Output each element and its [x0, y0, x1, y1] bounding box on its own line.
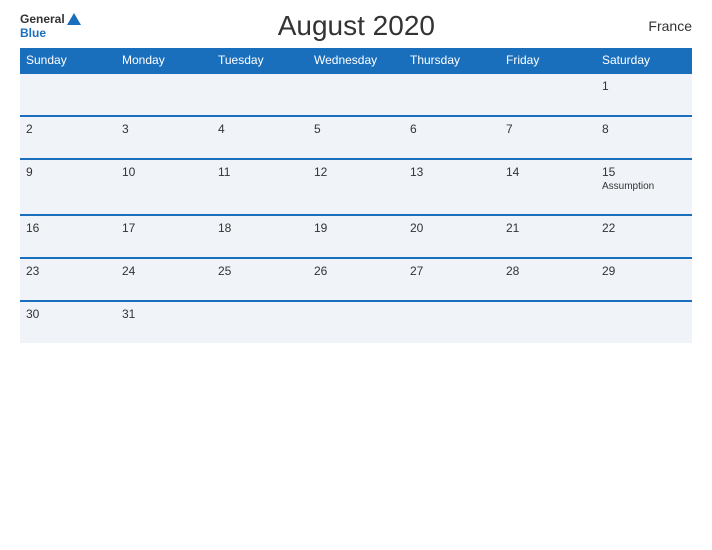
- calendar-cell: [404, 301, 500, 343]
- week-row: 2 3 4 5 6 7 8: [20, 116, 692, 159]
- day-header-sunday: Sunday: [20, 48, 116, 73]
- day-number: 14: [506, 165, 519, 179]
- calendar-cell: 4: [212, 116, 308, 159]
- calendar-body: 123456789101112131415Assumption161718192…: [20, 73, 692, 343]
- calendar-cell: 27: [404, 258, 500, 301]
- calendar-cell: 18: [212, 215, 308, 258]
- header: General Blue August 2020 France: [20, 10, 692, 42]
- week-row: 9 10 11 12 13 14 15 Assumption: [20, 159, 692, 215]
- calendar-cell: [212, 301, 308, 343]
- day-header-saturday: Saturday: [596, 48, 692, 73]
- week-row: 23 24 25 26 27 28 29: [20, 258, 692, 301]
- calendar-cell: [20, 73, 116, 116]
- day-number: 26: [314, 264, 327, 278]
- calendar-cell: 31: [116, 301, 212, 343]
- calendar-cell: 22: [596, 215, 692, 258]
- calendar-cell: 3: [116, 116, 212, 159]
- calendar-cell: [212, 73, 308, 116]
- days-header-row: SundayMondayTuesdayWednesdayThursdayFrid…: [20, 48, 692, 73]
- day-header-wednesday: Wednesday: [308, 48, 404, 73]
- calendar-cell: 26: [308, 258, 404, 301]
- day-number: 1: [602, 79, 609, 93]
- calendar-table: SundayMondayTuesdayWednesdayThursdayFrid…: [20, 48, 692, 343]
- day-number: 25: [218, 264, 231, 278]
- calendar-cell: 14: [500, 159, 596, 215]
- calendar-title: August 2020: [81, 10, 632, 42]
- country-label: France: [632, 18, 692, 34]
- day-number: 31: [122, 307, 135, 321]
- calendar-cell: [116, 73, 212, 116]
- day-number: 10: [122, 165, 135, 179]
- day-number: 4: [218, 122, 225, 136]
- calendar-cell: 29: [596, 258, 692, 301]
- week-row: 30 31: [20, 301, 692, 343]
- day-number: 18: [218, 221, 231, 235]
- calendar-cell: 17: [116, 215, 212, 258]
- calendar-cell: 19: [308, 215, 404, 258]
- day-number: 6: [410, 122, 417, 136]
- day-number: 2: [26, 122, 33, 136]
- calendar-page: General Blue August 2020 France SundayMo…: [0, 0, 712, 550]
- calendar-cell: 11: [212, 159, 308, 215]
- calendar-cell: 24: [116, 258, 212, 301]
- calendar-cell: [596, 301, 692, 343]
- logo: General Blue: [20, 12, 81, 41]
- day-number: 12: [314, 165, 327, 179]
- calendar-cell: 25: [212, 258, 308, 301]
- day-number: 21: [506, 221, 519, 235]
- day-header-friday: Friday: [500, 48, 596, 73]
- calendar-cell: 12: [308, 159, 404, 215]
- logo-general-text: General: [20, 12, 65, 26]
- logo-triangle-icon: [67, 13, 81, 25]
- day-number: 27: [410, 264, 423, 278]
- day-number: 13: [410, 165, 423, 179]
- calendar-cell: [500, 73, 596, 116]
- calendar-cell: 20: [404, 215, 500, 258]
- calendar-header: SundayMondayTuesdayWednesdayThursdayFrid…: [20, 48, 692, 73]
- day-header-tuesday: Tuesday: [212, 48, 308, 73]
- day-number: 23: [26, 264, 39, 278]
- calendar-cell: 10: [116, 159, 212, 215]
- week-row: 1: [20, 73, 692, 116]
- day-number: 7: [506, 122, 513, 136]
- day-number: 8: [602, 122, 609, 136]
- calendar-cell: 23: [20, 258, 116, 301]
- day-number: 11: [218, 165, 230, 179]
- day-number: 19: [314, 221, 327, 235]
- day-number: 15: [602, 165, 615, 179]
- calendar-cell: 2: [20, 116, 116, 159]
- calendar-cell: 30: [20, 301, 116, 343]
- day-number: 16: [26, 221, 39, 235]
- calendar-cell: [404, 73, 500, 116]
- calendar-cell: 8: [596, 116, 692, 159]
- day-header-monday: Monday: [116, 48, 212, 73]
- calendar-cell: [500, 301, 596, 343]
- holiday-name: Assumption: [602, 181, 686, 192]
- day-number: 3: [122, 122, 129, 136]
- day-number: 30: [26, 307, 39, 321]
- day-number: 22: [602, 221, 615, 235]
- day-number: 29: [602, 264, 615, 278]
- day-number: 17: [122, 221, 135, 235]
- calendar-cell: [308, 73, 404, 116]
- week-row: 16 17 18 19 20 21 22: [20, 215, 692, 258]
- day-header-thursday: Thursday: [404, 48, 500, 73]
- calendar-cell: 13: [404, 159, 500, 215]
- calendar-cell: 5: [308, 116, 404, 159]
- day-number: 5: [314, 122, 321, 136]
- calendar-cell: 7: [500, 116, 596, 159]
- calendar-cell: 6: [404, 116, 500, 159]
- calendar-cell: 1: [596, 73, 692, 116]
- day-number: 9: [26, 165, 33, 179]
- calendar-cell: [308, 301, 404, 343]
- day-number: 20: [410, 221, 423, 235]
- day-number: 28: [506, 264, 519, 278]
- calendar-cell: 28: [500, 258, 596, 301]
- calendar-cell: 16: [20, 215, 116, 258]
- logo-blue-text: Blue: [20, 26, 46, 40]
- calendar-cell: 15 Assumption: [596, 159, 692, 215]
- day-number: 24: [122, 264, 135, 278]
- calendar-cell: 9: [20, 159, 116, 215]
- calendar-cell: 21: [500, 215, 596, 258]
